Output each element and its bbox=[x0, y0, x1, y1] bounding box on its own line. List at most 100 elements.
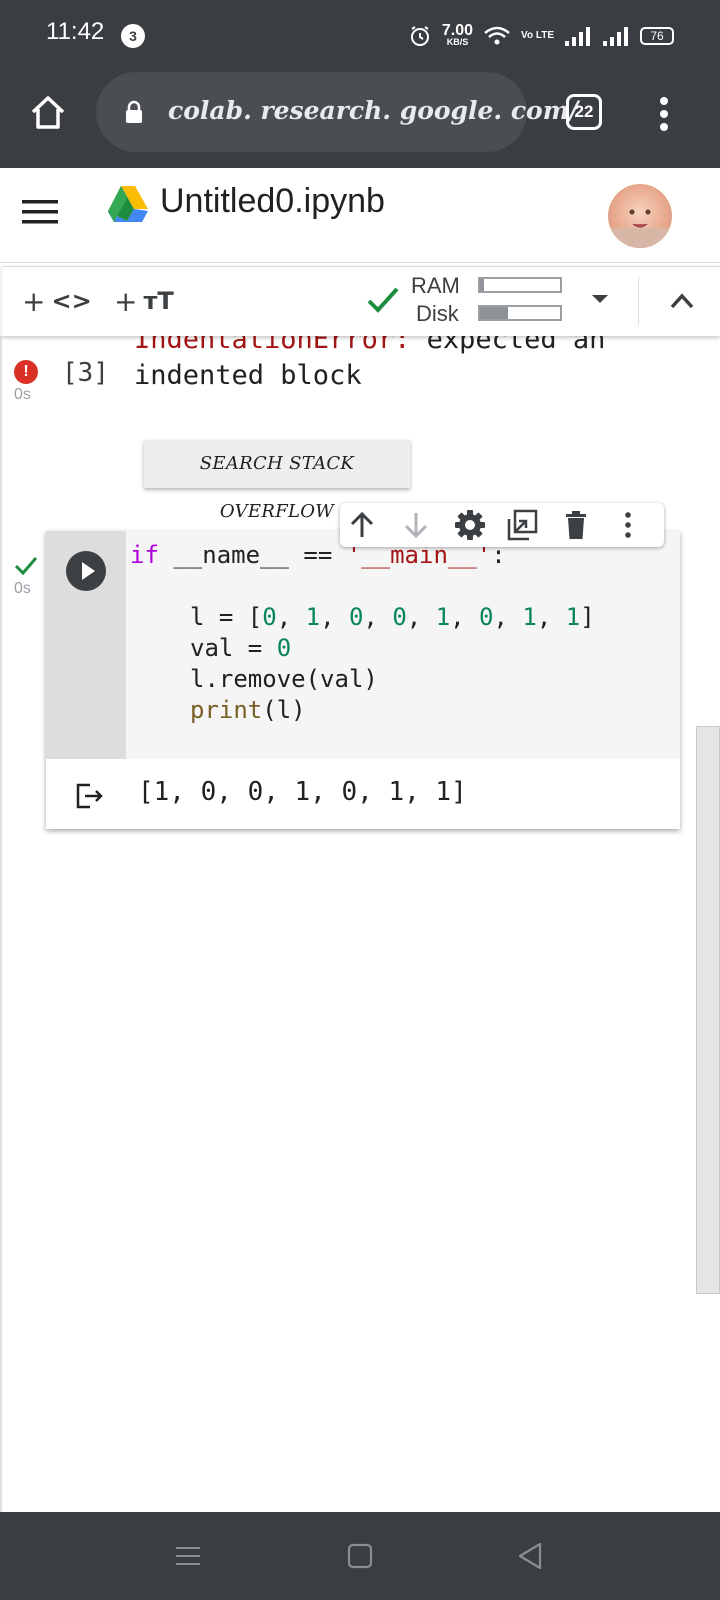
signal-icon-2 bbox=[603, 27, 628, 46]
code-separator: , bbox=[406, 603, 436, 631]
code-number: 0 bbox=[276, 634, 292, 662]
more-vert-icon[interactable] bbox=[612, 509, 644, 541]
drive-logo-icon[interactable] bbox=[106, 184, 150, 224]
ram-meter-fill bbox=[480, 279, 484, 291]
avatar[interactable] bbox=[608, 184, 672, 248]
status-icons: 7.00 KB/S Vo LTE 76 bbox=[408, 20, 674, 52]
code-token: (l) bbox=[262, 696, 306, 724]
add-code-plus: + bbox=[22, 284, 46, 318]
code-separator: , bbox=[493, 603, 523, 631]
disk-label[interactable]: Disk bbox=[416, 301, 459, 327]
notification-count-badge: 3 bbox=[121, 24, 145, 48]
scrollbar-thumb[interactable] bbox=[696, 726, 720, 1294]
url-bar[interactable]: colab. research. google. com/ bbox=[96, 72, 578, 152]
code-number: 1 bbox=[305, 603, 321, 631]
code-icon: <> bbox=[51, 287, 92, 315]
code-editor[interactable]: if __name__ == '__main__': l = [0, 1, 0,… bbox=[126, 531, 680, 759]
code-number: 1 bbox=[435, 603, 451, 631]
code-line-5: l.remove(val) bbox=[190, 665, 378, 693]
error-cell-exec-count: [3] bbox=[62, 358, 109, 388]
tabs-icon[interactable]: 22 bbox=[566, 94, 602, 130]
signal-icon-1 bbox=[565, 27, 590, 46]
code-function: print bbox=[190, 696, 263, 724]
connected-check-icon[interactable] bbox=[366, 285, 400, 315]
browser-bar: colab. research. google. com/ 22 bbox=[0, 70, 720, 168]
battery-icon: 76 bbox=[640, 27, 674, 45]
code-keyword: if bbox=[130, 541, 159, 569]
add-code-button[interactable]: + <> bbox=[22, 281, 92, 321]
cell-toolbar bbox=[340, 503, 664, 547]
mirror-cell-icon[interactable] bbox=[506, 509, 538, 541]
code-number: 0 bbox=[262, 603, 277, 631]
code-number: 0 bbox=[348, 603, 364, 631]
lock-icon[interactable] bbox=[124, 100, 144, 124]
notebook-title[interactable]: Untitled0.ipynb bbox=[160, 182, 385, 221]
panel-edge bbox=[0, 336, 2, 1512]
code-token: __name__ == bbox=[158, 541, 347, 569]
code-separator: , bbox=[536, 603, 566, 631]
error-output: IndentationError: expected an indented b… bbox=[134, 336, 694, 396]
move-down-icon[interactable] bbox=[400, 509, 432, 541]
code-token: l = [ bbox=[190, 603, 263, 631]
text-format-icon: тT bbox=[143, 287, 174, 315]
settings-icon[interactable] bbox=[454, 509, 486, 541]
cell-output: [1, 0, 0, 1, 0, 1, 1] bbox=[46, 759, 680, 829]
net-speed-value: 7.00 bbox=[441, 21, 474, 39]
code-separator: , bbox=[363, 603, 393, 631]
alarm-icon bbox=[410, 26, 429, 46]
menu-nav-icon[interactable] bbox=[172, 1540, 204, 1572]
error-text: IndentationError: expected an indented b… bbox=[134, 336, 605, 394]
disk-meter[interactable] bbox=[478, 305, 562, 321]
ram-meter[interactable] bbox=[478, 277, 562, 293]
code-separator: , bbox=[450, 603, 480, 631]
avatar-face bbox=[629, 209, 651, 228]
colab-header: Untitled0.ipynb bbox=[0, 168, 720, 263]
add-text-plus: + bbox=[114, 284, 138, 318]
add-text-button[interactable]: + тT bbox=[114, 281, 174, 321]
cell-success-check-icon bbox=[14, 557, 38, 576]
home-icon[interactable] bbox=[28, 92, 68, 132]
output-text: [1, 0, 0, 1, 0, 1, 1] bbox=[138, 777, 467, 807]
more-vert-icon[interactable] bbox=[652, 96, 676, 132]
error-icon: ! bbox=[14, 360, 38, 384]
disk-meter-fill bbox=[480, 307, 508, 319]
code-cell-exec-time: 0s bbox=[14, 580, 31, 597]
output-clear-icon[interactable] bbox=[74, 781, 104, 811]
chevron-down-icon[interactable] bbox=[588, 287, 612, 311]
delete-icon[interactable] bbox=[560, 509, 592, 541]
run-cell-button[interactable] bbox=[66, 551, 106, 591]
move-up-icon[interactable] bbox=[346, 509, 378, 541]
error-message-line2: indented block bbox=[134, 360, 362, 391]
error-message: expected an bbox=[410, 336, 606, 355]
ram-label[interactable]: RAM bbox=[411, 273, 460, 299]
url-text[interactable]: colab. research. google. com/ bbox=[168, 96, 578, 125]
hamburger-icon[interactable] bbox=[20, 192, 60, 232]
search-stack-overflow-button[interactable]: SEARCH STACK OVERFLOW bbox=[144, 440, 410, 522]
volte-indicator: Vo LTE bbox=[521, 30, 554, 41]
home-nav-icon[interactable] bbox=[344, 1540, 376, 1572]
status-time: 11:42 bbox=[46, 18, 105, 45]
code-token: ] bbox=[580, 603, 595, 631]
error-type: IndentationError: bbox=[134, 336, 411, 355]
cell-gutter bbox=[46, 531, 126, 759]
code-token: val = bbox=[190, 634, 277, 662]
code-separator: , bbox=[320, 603, 349, 631]
code-cell[interactable]: if __name__ == '__main__': l = [0, 1, 0,… bbox=[46, 531, 680, 829]
code-list-values: 0, 1, 0, 0, 1, 0, 1, 1 bbox=[262, 603, 580, 631]
notebook-toolbar: + <> + тT RAM Disk bbox=[2, 266, 720, 336]
net-speed: 7.00 KB/S bbox=[441, 21, 474, 48]
code-line-6: print(l) bbox=[190, 694, 306, 726]
status-bar: 11:42 3 7.00 KB/S Vo LTE 76 bbox=[0, 0, 720, 70]
code-number: 1 bbox=[565, 603, 581, 631]
chevron-up-icon[interactable] bbox=[664, 283, 700, 319]
back-nav-icon[interactable] bbox=[514, 1540, 546, 1572]
code-line-3: l = [0, 1, 0, 0, 1, 0, 1, 1] bbox=[190, 601, 595, 633]
navigation-bar bbox=[0, 1512, 720, 1600]
code-number: 0 bbox=[479, 603, 494, 631]
code-number: 1 bbox=[522, 603, 537, 631]
code-line-4: val = 0 bbox=[190, 632, 291, 664]
error-cell-exec-time: 0s bbox=[14, 386, 31, 403]
code-number: 0 bbox=[392, 603, 407, 631]
code-separator: , bbox=[276, 603, 306, 631]
toolbar-divider bbox=[638, 277, 639, 325]
